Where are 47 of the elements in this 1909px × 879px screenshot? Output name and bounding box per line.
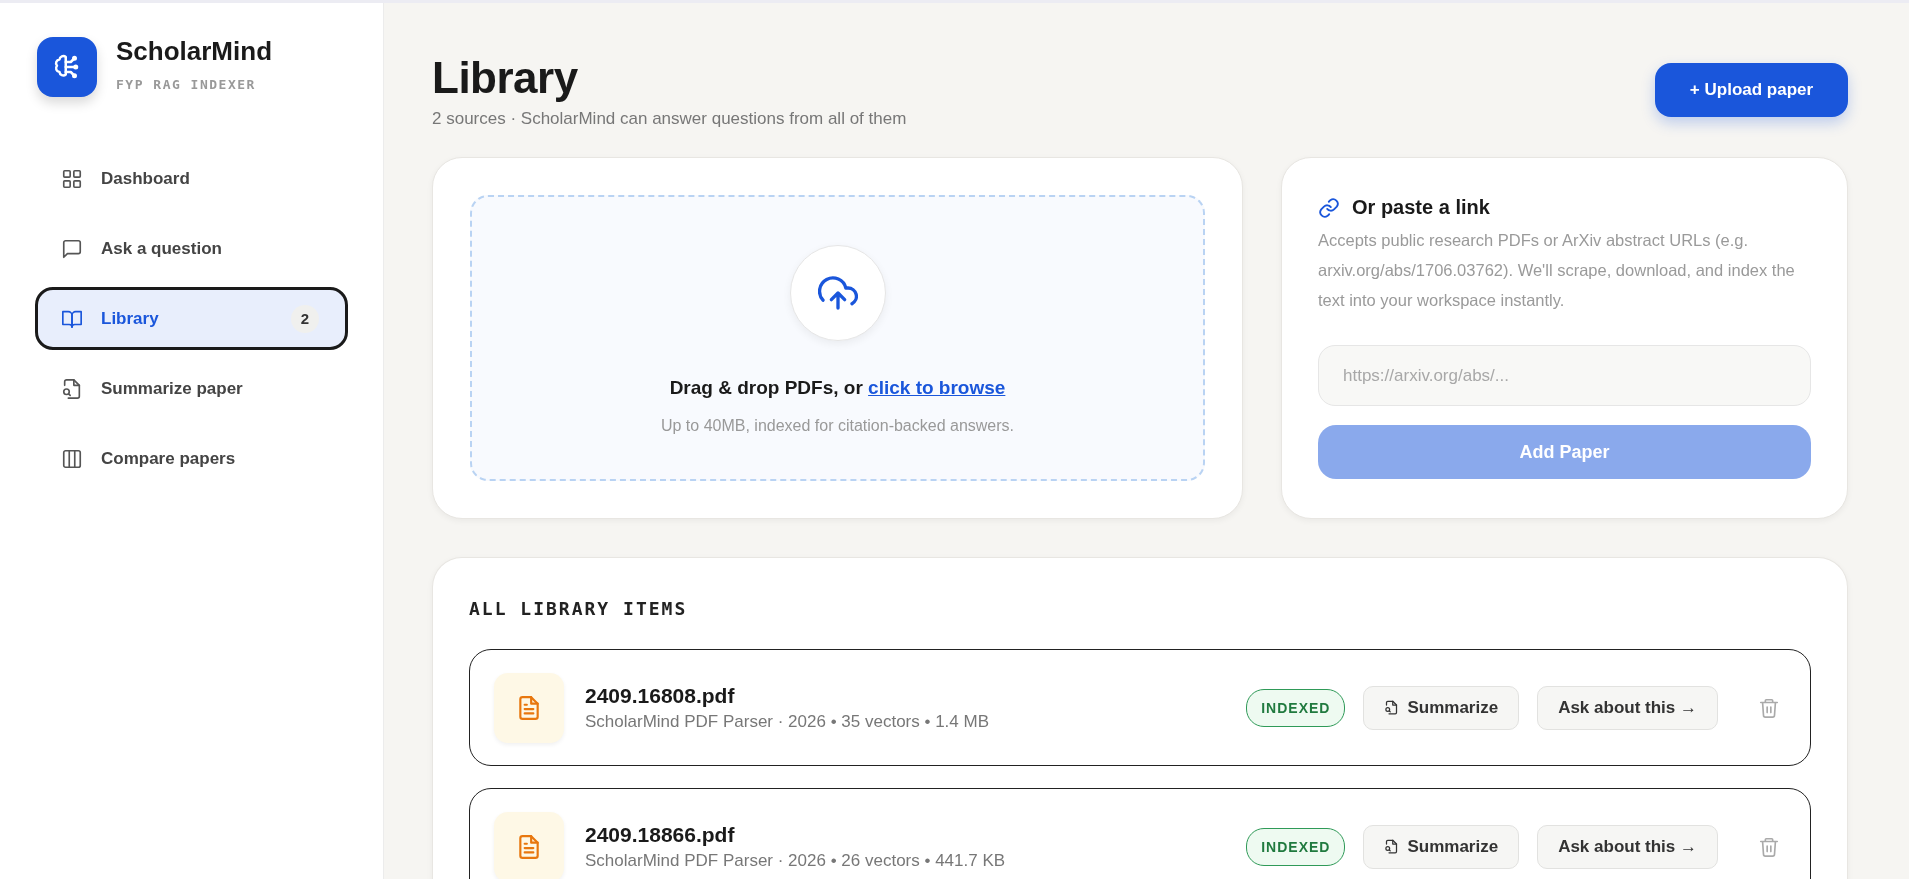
card-title: Or paste a link xyxy=(1352,196,1490,219)
document-search-icon xyxy=(1384,700,1400,715)
ask-about-button[interactable]: Ask about this → xyxy=(1537,685,1718,730)
chat-bubble-icon xyxy=(61,237,83,260)
app-name: ScholarMind xyxy=(116,36,272,67)
nav-label: Ask a question xyxy=(101,238,223,259)
nav-item[interactable]: Ask a question xyxy=(35,217,348,280)
section-heading: ALL LIBRARY ITEMS xyxy=(469,598,689,619)
nav-item[interactable]: Summarize paper xyxy=(35,357,348,420)
library-item[interactable]: 2409.18866.pdf ScholarMind PDF Parser · 2026 • 26 vectors • 441.7 KB INDEXED Summarize Ask about this → xyxy=(469,788,1811,879)
file-meta: ScholarMind PDF Parser · 2026 • 35 vectors • 1.4 MB xyxy=(585,711,990,732)
nav-label: Library xyxy=(101,308,160,329)
count-badge: 2 xyxy=(291,304,319,333)
nav-item[interactable]: Library 2 xyxy=(35,287,348,350)
status-badge: INDEXED xyxy=(1246,688,1346,727)
ask-about-button[interactable]: Ask about this → xyxy=(1537,824,1718,869)
app-tagline: FYP RAG INDEXER xyxy=(116,77,257,92)
nav-label: Compare papers xyxy=(101,448,237,469)
columns-icon xyxy=(61,447,83,470)
brain-logo-icon xyxy=(37,37,97,97)
card-description: Accepts public research PDFs or ArXiv abstract URLs (e.g. arxiv.org/abs/1706.03762). We'll scrape, download, and index the text into your workspace instantly. xyxy=(1318,230,1796,311)
nav-label: Summarize paper xyxy=(101,378,244,399)
file-name: 2409.16808.pdf xyxy=(585,683,736,708)
link-icon xyxy=(1318,196,1340,219)
document-search-icon xyxy=(61,377,83,400)
document-icon xyxy=(494,672,564,743)
library-item[interactable]: 2409.16808.pdf ScholarMind PDF Parser · 2026 • 35 vectors • 1.4 MB INDEXED Summarize Ask about this → xyxy=(469,649,1811,766)
grid-icon xyxy=(61,167,83,190)
trash-icon[interactable] xyxy=(1758,835,1780,858)
drop-zone[interactable]: Drag & drop PDFs, or click to browse Up to 40MB, indexed for citation-backed answers. xyxy=(470,195,1205,481)
nav-item[interactable]: Compare papers xyxy=(35,427,348,490)
summarize-button[interactable]: Summarize xyxy=(1363,824,1520,869)
summarize-button[interactable]: Summarize xyxy=(1363,685,1520,730)
file-name: 2409.18866.pdf xyxy=(585,822,736,847)
nav-label: Dashboard xyxy=(101,168,191,189)
upload-paper-button[interactable]: + Upload paper xyxy=(1655,63,1848,117)
document-icon xyxy=(494,811,564,879)
page-title: Library xyxy=(432,53,579,103)
trash-icon[interactable] xyxy=(1758,696,1780,719)
file-meta: ScholarMind PDF Parser · 2026 • 26 vectors • 441.7 KB xyxy=(585,850,1007,871)
browse-link[interactable]: click to browse xyxy=(868,377,1006,398)
status-badge: INDEXED xyxy=(1246,827,1346,866)
document-search-icon xyxy=(1384,839,1400,854)
drop-hint: Up to 40MB, indexed for citation-backed answers. xyxy=(660,417,1015,435)
nav-item[interactable]: Dashboard xyxy=(35,147,348,210)
page-subtitle: 2 sources · ScholarMind can answer questions from all of them xyxy=(432,109,907,129)
drop-instructions: Drag & drop PDFs, or click to browse xyxy=(669,377,1006,399)
